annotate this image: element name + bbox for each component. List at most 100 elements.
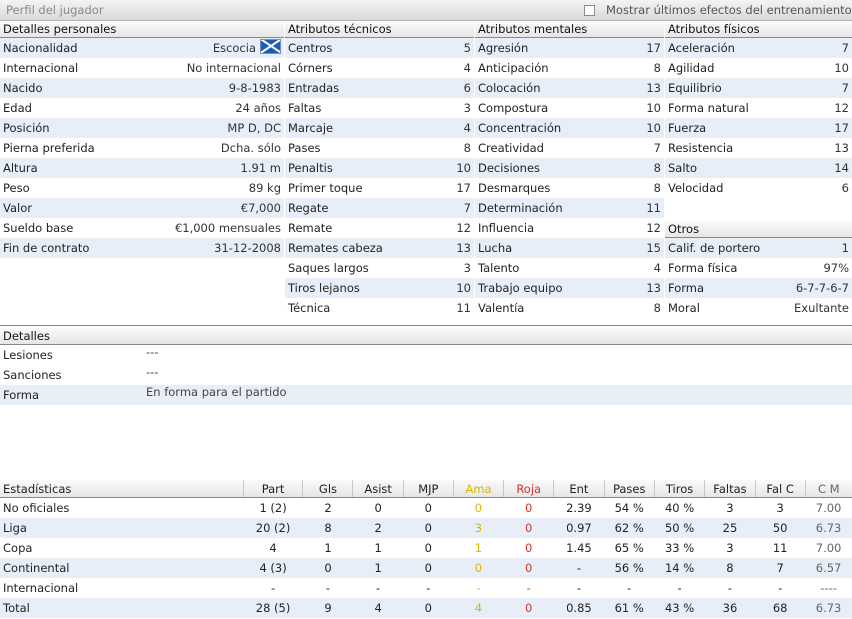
stats-cell: 1 (2)	[259, 501, 287, 515]
stats-header-5[interactable]: Ama	[452, 480, 504, 498]
personal-row: Fin de contrato 31-12-2008	[0, 238, 284, 258]
mental-label: Anticipación	[478, 61, 549, 75]
others-value-text: 1	[841, 241, 849, 255]
mental-row: Colocación 13	[475, 78, 664, 98]
details-label: Forma	[3, 388, 40, 402]
stats-cell: 0	[302, 558, 353, 578]
mental-value: 7	[654, 138, 661, 158]
mental-value: 4	[654, 258, 661, 278]
others-row: Forma 6-7-7-6-7	[665, 278, 852, 298]
personal-value: 89 kg	[249, 178, 281, 198]
mental-label: Valentía	[478, 301, 525, 315]
technical-value: 10	[456, 278, 471, 298]
details-label: Sanciones	[3, 368, 62, 382]
stats-cell: Continental	[0, 558, 244, 578]
stats-cell: 65 %	[614, 541, 644, 555]
physical-attributes-panel: Atributos físicos Aceleración 7 Agilidad 10…	[665, 21, 852, 198]
stats-header-6[interactable]: Roja	[503, 480, 554, 498]
mental-value-text: 10	[646, 121, 661, 135]
technical-value: 3	[464, 258, 471, 278]
physical-row: Agilidad 10	[665, 58, 852, 78]
technical-value: 3	[464, 98, 471, 118]
stats-cell: 0	[403, 598, 454, 618]
stats-header-2[interactable]: Gls	[302, 480, 353, 498]
technical-value-text: 17	[456, 181, 471, 195]
stats-cell: 0	[474, 501, 483, 515]
scotland-flag-icon	[260, 39, 281, 54]
stats-cell: -	[576, 581, 581, 595]
stats-cell: -	[376, 581, 381, 595]
technical-value: 4	[464, 118, 471, 138]
mental-value: 10	[646, 118, 661, 138]
stats-cell: 9	[302, 598, 353, 618]
stats-header-7[interactable]: Ent	[553, 480, 604, 498]
physical-value-text: 14	[834, 161, 849, 175]
stats-cell: 20 (2)	[243, 518, 303, 538]
stats-cell: 1	[324, 541, 332, 555]
stats-header-10[interactable]: Faltas	[704, 480, 756, 498]
mental-value-text: 13	[646, 281, 661, 295]
technical-value-text: 5	[463, 41, 471, 55]
physical-row: Aceleración 7	[665, 38, 852, 58]
mental-value: 8	[654, 178, 661, 198]
personal-label: Sueldo base	[3, 221, 74, 235]
mental-attributes-panel: Atributos mentales Agresión 17 Anticipació…	[475, 21, 664, 318]
others-label: Forma física	[668, 261, 738, 275]
training-effects-checkbox[interactable]	[584, 5, 595, 16]
mental-value: 17	[646, 38, 661, 58]
others-label: Moral	[668, 301, 700, 315]
physical-value-text: 6	[841, 181, 849, 195]
stats-header-9[interactable]: Tiros	[653, 480, 705, 498]
technical-value: 8	[464, 138, 471, 158]
training-effects-label[interactable]: Mostrar últimos efectos del entrenamient…	[606, 3, 852, 17]
physical-row: Fuerza 17	[665, 118, 852, 138]
mental-row: Decisiones 8	[475, 158, 664, 178]
personal-label: Posición	[3, 121, 50, 135]
stats-header-1[interactable]: Part	[242, 480, 303, 498]
personal-row: Nacionalidad Escocia	[0, 38, 284, 58]
physical-label: Agilidad	[668, 61, 715, 75]
personal-value-text: €1,000 mensuales	[174, 221, 281, 235]
stats-cell: 7.00	[815, 501, 842, 515]
stats-header-12[interactable]: C M	[804, 480, 852, 498]
technical-value-text: 13	[456, 241, 471, 255]
stats-header-3[interactable]: Asist	[352, 480, 404, 498]
personal-value-text: 9-8-1983	[228, 81, 281, 95]
personal-label: Edad	[3, 101, 32, 115]
technical-value-text: 3	[463, 261, 471, 275]
stats-cell: -	[553, 558, 604, 578]
title-bar: Perfil del jugador Mostrar últimos efect…	[0, 0, 852, 21]
mental-value: 13	[646, 278, 661, 298]
personal-row: Pierna preferida Dcha. sólo	[0, 138, 284, 158]
stats-cell: 2	[352, 518, 404, 538]
mental-row: Agresión 17	[475, 38, 664, 58]
stats-cell: 7	[755, 558, 806, 578]
mental-value-text: 8	[653, 61, 661, 75]
details-row: Sanciones ---	[0, 365, 852, 385]
stats-header-8[interactable]: Pases	[603, 480, 655, 498]
technical-value: 13	[456, 238, 471, 258]
physical-attributes-header: Atributos físicos	[665, 21, 852, 38]
physical-value-text: 13	[834, 141, 849, 155]
mental-value: 10	[646, 98, 661, 118]
stats-header-0[interactable]: Estadísticas	[0, 480, 244, 498]
details-label: Lesiones	[3, 348, 53, 362]
stats-cell: -	[627, 581, 632, 595]
stats-cell: 25	[704, 518, 756, 538]
others-row: Moral Exultante	[665, 298, 852, 318]
stats-cell: 4	[269, 541, 277, 555]
mental-value-text: 17	[646, 41, 661, 55]
stats-header-11[interactable]: Fal C	[754, 480, 806, 498]
personal-label: Internacional	[3, 61, 79, 75]
stats-header-4[interactable]: MJP	[402, 480, 454, 498]
technical-value-text: 8	[463, 141, 471, 155]
personal-value: 24 años	[235, 98, 281, 118]
stats-cell: 11	[772, 541, 788, 555]
details-header: Detalles	[0, 328, 852, 345]
physical-label: Resistencia	[668, 141, 734, 155]
mental-value: 13	[646, 78, 661, 98]
stats-cell: Copa	[3, 541, 33, 555]
technical-label: Entradas	[288, 81, 340, 95]
stats-cell: 50	[755, 518, 806, 538]
stats-cell: 7.00	[815, 541, 842, 555]
